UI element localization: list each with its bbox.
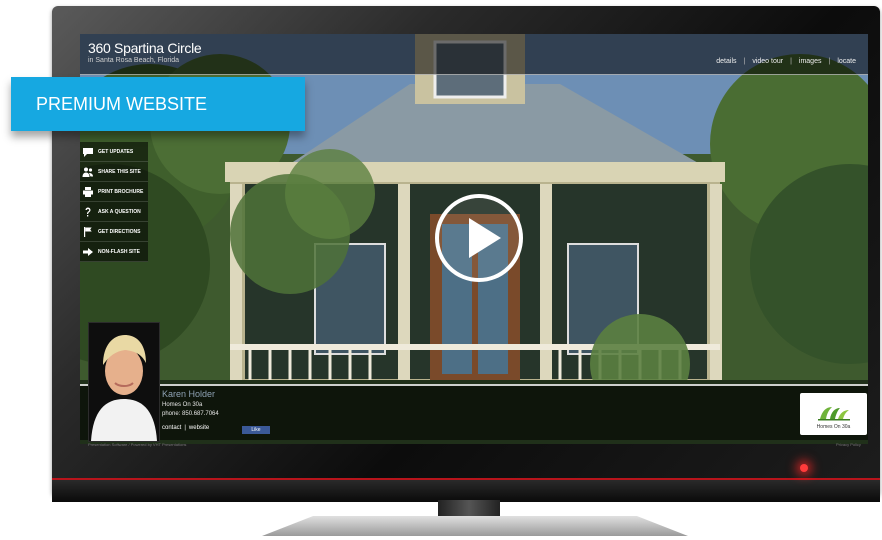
nav-separator: | [743, 58, 746, 65]
menu-label: GET DIRECTIONS [98, 228, 141, 235]
menu-ask-question[interactable]: ASK A QUESTION [80, 202, 148, 222]
menu-label: GET UPDATES [98, 148, 134, 155]
menu-label: NON-FLASH SITE [98, 248, 140, 255]
flag-icon [84, 226, 92, 237]
agent-company: Homes On 30a [162, 402, 203, 408]
menu-print-brochure[interactable]: PRINT BROCHURE [80, 182, 148, 202]
menu-share-site[interactable]: SHARE THIS SITE [80, 162, 148, 182]
site-subtitle: in Santa Rosa Beach, Florida [88, 57, 180, 64]
arrow-icon [83, 247, 93, 256]
palm-leaf-logo-icon [817, 406, 850, 420]
nav-details[interactable]: details [716, 58, 736, 65]
menu-label: ASK A QUESTION [98, 208, 141, 215]
site-header: 360 Spartina Circle in Santa Rosa Beach,… [80, 34, 868, 75]
menu-get-directions[interactable]: GET DIRECTIONS [80, 222, 148, 242]
premium-website-banner: PREMIUM WEBSITE [11, 77, 305, 131]
top-nav: details | video tour | images | locate [716, 58, 856, 65]
menu-label: SHARE THIS SITE [98, 168, 141, 175]
nav-locate[interactable]: locate [837, 58, 856, 65]
agent-link-separator: | [184, 425, 186, 431]
footer-privacy-link[interactable]: Privacy Policy [836, 442, 861, 447]
menu-non-flash-site[interactable]: NON-FLASH SITE [80, 242, 148, 262]
play-video-icon[interactable] [433, 192, 525, 284]
facebook-like-button[interactable]: Like [242, 426, 270, 434]
speech-bubble-icon [83, 147, 93, 157]
nav-images[interactable]: images [799, 58, 822, 65]
power-led [800, 464, 808, 472]
website-link[interactable]: website [189, 425, 209, 431]
monitor-chin [52, 478, 880, 502]
monitor-stand-base [262, 516, 688, 536]
agent-links: contact | website [162, 425, 209, 431]
question-mark-icon [85, 207, 91, 216]
footer-credit: Presentation Software / Powered by VHT P… [88, 442, 187, 447]
nav-separator: | [790, 58, 792, 65]
menu-get-updates[interactable]: GET UPDATES [80, 142, 148, 162]
menu-label: PRINT BROCHURE [98, 188, 144, 195]
nav-separator: | [828, 58, 831, 65]
site-title: 360 Spartina Circle [88, 40, 202, 56]
share-people-icon [82, 167, 93, 177]
nav-video-tour[interactable]: video tour [752, 58, 783, 65]
contact-link[interactable]: contact [162, 425, 181, 431]
agent-photo [88, 322, 160, 442]
printer-icon [83, 186, 93, 197]
agent-phone: phone: 850.687.7064 [162, 411, 219, 417]
side-menu: GET UPDATES SHARE THIS SITE PRINT BROCHU… [80, 142, 148, 262]
brokerage-logo: Homes On 30a [800, 393, 867, 435]
agent-name: Karen Holder [162, 389, 216, 399]
logo-text: Homes On 30a [816, 423, 851, 430]
